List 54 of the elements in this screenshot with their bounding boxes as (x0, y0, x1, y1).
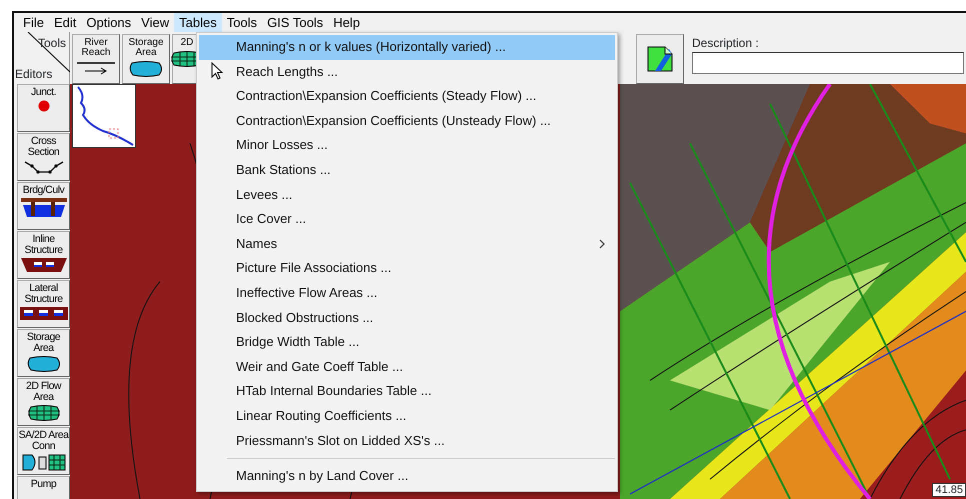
river-reach-icon (77, 61, 115, 75)
editor-tool-button[interactable]: Pump (17, 476, 70, 499)
menu-item[interactable]: Tools (222, 13, 262, 32)
menu-item[interactable]: Tables (174, 13, 222, 32)
toolbar-button[interactable]: Storage Area (122, 34, 170, 84)
menu-item[interactable]: HTab Internal Boundaries Table ... (199, 379, 615, 404)
storage-area-icon (26, 356, 62, 372)
cursor-icon (211, 62, 223, 80)
toolbar-button[interactable]: River Reach (72, 34, 120, 84)
menu-item[interactable]: Picture File Associations ... (199, 256, 615, 281)
menu-item[interactable]: Linear Routing Coefficients ... (199, 404, 615, 428)
editor-tool-button[interactable]: Lateral Structure (17, 280, 70, 328)
menu-item[interactable]: Help (328, 13, 365, 32)
menu-item[interactable]: File (18, 13, 49, 32)
editor-tool-button[interactable]: Storage Area (17, 329, 70, 377)
menu-item[interactable]: Priessmann's Slot on Lidded XS's ... (199, 428, 615, 454)
editor-tool-button[interactable]: SA/2D Area Conn (17, 427, 70, 475)
menu-item[interactable]: Blocked Obstructions ... (199, 306, 615, 330)
menu-item[interactable]: Manning's n or k values (Horizontally varied) ... (199, 35, 615, 60)
editor-tool-button[interactable]: 2D Flow Area (17, 378, 70, 426)
menu-item[interactable]: Reach Lengths ... (199, 60, 615, 84)
description-field[interactable] (692, 52, 964, 74)
menu-item[interactable]: Bridge Width Table ... (199, 330, 615, 355)
menu-item[interactable]: Edit (48, 13, 82, 32)
menu-item[interactable]: Manning's n by Land Cover ... (199, 464, 615, 489)
menu-item[interactable]: Names (199, 232, 615, 256)
cross-section-icon (24, 160, 64, 174)
station-label: 41.85 (932, 483, 966, 497)
menu-item[interactable]: View (136, 13, 174, 32)
editor-tool-button[interactable]: Brdg/Culv (17, 182, 70, 230)
menu-item[interactable]: Levees ... (199, 182, 615, 208)
georef-map-button[interactable] (636, 34, 684, 84)
editor-tool-button[interactable]: Inline Structure (17, 231, 70, 279)
connection-icon (22, 454, 66, 471)
menu-item[interactable]: Contraction\Expansion Coefficients (Unsteady Flow) ... (199, 108, 615, 134)
lateral-structure-icon (20, 307, 68, 320)
storage-area-icon (128, 61, 164, 77)
menu-item[interactable]: GIS Tools (262, 13, 328, 32)
map-icon (647, 46, 673, 72)
menu-item[interactable]: Weir and Gate Coeff Table ... (199, 354, 615, 380)
junction-icon (38, 100, 50, 112)
menu-item[interactable]: Options (81, 13, 136, 32)
inline-structure-icon (20, 258, 66, 272)
menu-item[interactable]: Minor Losses ... (199, 133, 615, 158)
editors-label: Editors (15, 66, 52, 83)
editor-tool-button[interactable]: Junct. (17, 84, 70, 132)
menu-item[interactable]: Ice Cover ... (199, 207, 615, 232)
flow-area-icon (26, 405, 60, 421)
bridge-icon (20, 198, 66, 218)
menu-item[interactable]: Ineffective Flow Areas ... (199, 280, 615, 306)
description-label: Description : (692, 35, 760, 52)
menu-item[interactable]: Contraction\Expansion Coefficients (Steady Flow) ... (199, 84, 615, 109)
menu-item[interactable]: Bank Stations ... (199, 158, 615, 183)
editor-tool-button[interactable]: Cross Section (17, 133, 70, 181)
